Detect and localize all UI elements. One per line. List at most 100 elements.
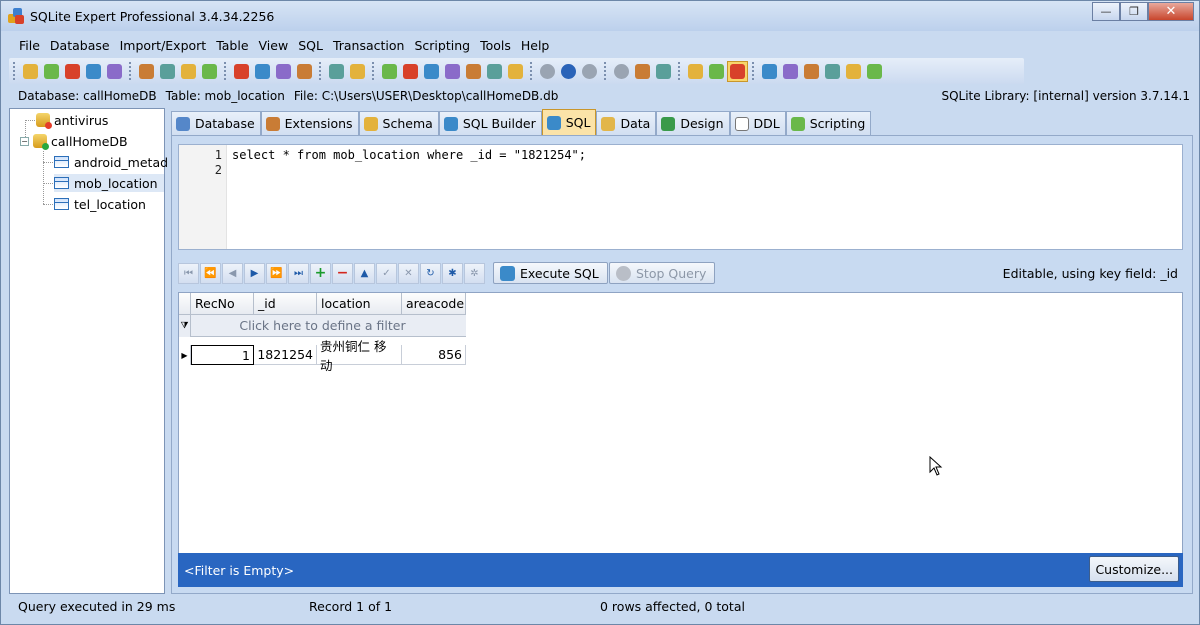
tab-sql-builder[interactable]: SQL Builder bbox=[438, 111, 542, 135]
next-page-button[interactable]: ⏩ bbox=[266, 262, 287, 284]
tab-scripting[interactable]: Scripting bbox=[785, 111, 872, 135]
import-icon[interactable] bbox=[157, 61, 178, 82]
menu-import-export[interactable]: Import/Export bbox=[120, 38, 207, 53]
script-run-icon[interactable] bbox=[685, 61, 706, 82]
tree-line bbox=[43, 204, 53, 205]
tree-item-antivirus[interactable]: antivirus bbox=[36, 111, 108, 129]
cell-recno[interactable]: 1 bbox=[191, 345, 254, 365]
column-header-recno[interactable]: RecNo bbox=[191, 293, 254, 315]
mail-icon[interactable] bbox=[864, 61, 885, 82]
filter-status[interactable]: <Filter is Empty> bbox=[184, 563, 294, 578]
remove-db-icon[interactable] bbox=[62, 61, 83, 82]
text-icon[interactable] bbox=[252, 61, 273, 82]
gear-icon[interactable] bbox=[706, 61, 727, 82]
edit-record-button[interactable]: ▲ bbox=[354, 262, 375, 284]
tab-data[interactable]: Data bbox=[596, 111, 657, 135]
tab-database[interactable]: Database bbox=[171, 111, 261, 135]
tab-ddl[interactable]: DDL bbox=[729, 111, 786, 135]
refresh-icon[interactable] bbox=[273, 61, 294, 82]
stop-query-button[interactable]: Stop Query bbox=[609, 262, 716, 284]
minimize-button[interactable]: — bbox=[1092, 2, 1120, 21]
prior-record-button[interactable]: ◀ bbox=[222, 262, 243, 284]
insert-record-button[interactable]: + bbox=[310, 262, 331, 284]
script-open-icon[interactable] bbox=[653, 61, 674, 82]
export-icon[interactable] bbox=[178, 61, 199, 82]
menu-scripting[interactable]: Scripting bbox=[414, 38, 470, 53]
add-db-icon[interactable] bbox=[41, 61, 62, 82]
db-tools-icon[interactable] bbox=[199, 61, 220, 82]
prior-page-button[interactable]: ⏪ bbox=[200, 262, 221, 284]
pause-icon[interactable] bbox=[579, 61, 600, 82]
column-header-id[interactable]: _id bbox=[254, 293, 317, 315]
menu-table[interactable]: Table bbox=[216, 38, 248, 53]
mouse-pointer-icon bbox=[929, 456, 943, 476]
menu-help[interactable]: Help bbox=[521, 38, 550, 53]
tree-item-tel-location[interactable]: tel_location bbox=[54, 195, 146, 213]
menu-view[interactable]: View bbox=[259, 38, 289, 53]
menu-file[interactable]: File bbox=[19, 38, 40, 53]
db-lock-icon[interactable] bbox=[104, 61, 125, 82]
tab-sql[interactable]: SQL bbox=[541, 109, 597, 135]
column-header-location[interactable]: location bbox=[317, 293, 402, 315]
stop-icon[interactable] bbox=[611, 61, 632, 82]
sql-run-icon[interactable] bbox=[463, 61, 484, 82]
sql-save-icon[interactable] bbox=[442, 61, 463, 82]
filter-row[interactable]: Click here to define a filter bbox=[179, 315, 466, 337]
column-header-areacode[interactable]: areacode bbox=[402, 293, 466, 315]
sql-stop-icon[interactable] bbox=[505, 61, 526, 82]
db-props-icon[interactable] bbox=[83, 61, 104, 82]
close-button[interactable]: ✕ bbox=[1148, 2, 1194, 21]
menu-tools[interactable]: Tools bbox=[480, 38, 511, 53]
collapse-icon[interactable]: − bbox=[20, 136, 29, 146]
toolbar-grip bbox=[530, 62, 533, 80]
cancel-icon[interactable] bbox=[537, 61, 558, 82]
cancel-edit-button[interactable]: ✕ bbox=[398, 262, 419, 284]
cell-id[interactable]: 1821254 bbox=[254, 345, 317, 365]
tab-schema[interactable]: Schema bbox=[358, 111, 439, 135]
execute-icon bbox=[500, 265, 515, 281]
filter-funnel-icon[interactable]: ⧩ bbox=[179, 315, 191, 337]
sql-code-line[interactable]: select * from mob_location where _id = "… bbox=[232, 148, 586, 162]
tree-item-android-metadata[interactable]: android_metad bbox=[54, 153, 168, 171]
menu-database[interactable]: Database bbox=[50, 38, 110, 53]
refresh-button[interactable]: ↻ bbox=[420, 262, 441, 284]
tree-item-mob-location[interactable]: mob_location bbox=[54, 174, 164, 192]
run-icon[interactable] bbox=[326, 61, 347, 82]
new-db-icon[interactable] bbox=[20, 61, 41, 82]
cell-areacode[interactable]: 856 bbox=[402, 345, 466, 365]
execute-sql-button[interactable]: Execute SQL bbox=[493, 262, 608, 284]
new-table-icon[interactable] bbox=[136, 61, 157, 82]
grid-icon[interactable] bbox=[231, 61, 252, 82]
post-edit-button[interactable]: ✓ bbox=[376, 262, 397, 284]
delete-icon[interactable] bbox=[379, 61, 400, 82]
customize-button[interactable]: Customize... bbox=[1089, 556, 1179, 582]
home-icon[interactable] bbox=[801, 61, 822, 82]
maximize-button[interactable]: ❐ bbox=[1120, 2, 1148, 21]
play-icon[interactable] bbox=[558, 61, 579, 82]
delete-record-button[interactable]: − bbox=[332, 262, 353, 284]
sql-open-icon[interactable] bbox=[421, 61, 442, 82]
tab-extensions[interactable]: Extensions bbox=[260, 111, 359, 135]
copy-icon[interactable] bbox=[347, 61, 368, 82]
help-icon[interactable] bbox=[780, 61, 801, 82]
tab-design[interactable]: Design bbox=[656, 111, 730, 135]
menu-sql[interactable]: SQL bbox=[298, 38, 323, 53]
sql-icon[interactable] bbox=[400, 61, 421, 82]
table-props-icon[interactable] bbox=[294, 61, 315, 82]
clear-filter-button[interactable]: ✲ bbox=[464, 262, 485, 284]
window-icon[interactable] bbox=[759, 61, 780, 82]
filter-icon[interactable] bbox=[727, 60, 748, 82]
apply-filter-button[interactable]: ✱ bbox=[442, 262, 463, 284]
next-record-button[interactable]: ▶ bbox=[244, 262, 265, 284]
first-record-button[interactable]: ⏮ bbox=[178, 262, 199, 284]
last-record-button[interactable]: ⏭ bbox=[288, 262, 309, 284]
forum-icon[interactable] bbox=[822, 61, 843, 82]
tree-item-callhomedb[interactable]: − callHomeDB bbox=[20, 132, 128, 150]
edit-icon[interactable] bbox=[843, 61, 864, 82]
sql-editor[interactable]: 1 2 select * from mob_location where _id… bbox=[178, 144, 1183, 250]
row-indicator-icon: ▶ bbox=[179, 345, 191, 365]
sql-step-icon[interactable] bbox=[484, 61, 505, 82]
cell-location[interactable]: 贵州铜仁 移动 bbox=[317, 339, 402, 373]
script-icon[interactable] bbox=[632, 61, 653, 82]
menu-transaction[interactable]: Transaction bbox=[333, 38, 405, 53]
